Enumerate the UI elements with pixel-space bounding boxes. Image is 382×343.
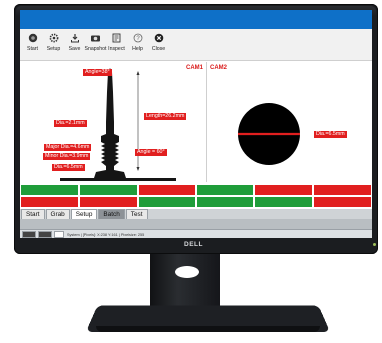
result-cell: [196, 184, 254, 196]
download-icon: [69, 32, 80, 43]
cable-hole: [175, 266, 199, 278]
major-dia-measurement: Major Dia.=4.6mm: [44, 144, 92, 151]
close-icon: [153, 32, 164, 43]
power-led-icon: [373, 243, 376, 246]
dia-top-measurement: Dia.=2.1mm: [54, 120, 87, 127]
camera-icon: [90, 32, 101, 43]
record-icon: [27, 32, 38, 43]
inspect-icon: [111, 32, 122, 43]
title-bar: [20, 10, 372, 29]
tab-content-area: [20, 219, 372, 229]
snapshot-button[interactable]: Snapshot: [85, 29, 106, 52]
camera2-view[interactable]: CAM2 Dia.=6.5mm: [209, 62, 372, 182]
result-cell: [79, 196, 138, 208]
result-cell: [313, 196, 372, 208]
tab-grab[interactable]: Grab: [45, 209, 70, 219]
result-cell: [20, 196, 79, 208]
angle-top-measurement: Angle=38°: [83, 69, 112, 76]
result-cell: [196, 196, 254, 208]
dia-bottom-measurement: Dia.=6.5mm: [52, 164, 85, 171]
tab-setup[interactable]: Setup: [70, 209, 98, 219]
result-grid: [20, 184, 372, 208]
tab-bar: Start Grab Setup Batch Test: [20, 209, 372, 219]
result-cell: [79, 184, 138, 196]
inspect-button[interactable]: Inspect: [106, 29, 127, 52]
help-icon: ?: [132, 32, 143, 43]
help-button-label: Help: [132, 46, 143, 52]
result-cell: [313, 184, 372, 196]
camera1-label: CAM1: [186, 65, 204, 71]
angle-right-measurement: Angle = 60°: [135, 149, 167, 156]
status-bar: System | [Pixels]: X:238 Y:161 | Pixelsi…: [20, 229, 372, 238]
snapshot-button-label: Snapshot: [84, 46, 107, 52]
brand-logo: DELL: [184, 241, 203, 248]
setup-button-label: Setup: [46, 46, 61, 52]
result-cell: [138, 196, 196, 208]
result-cell: [20, 184, 79, 196]
minor-dia-measurement: Minor Dia.=3.9mm: [43, 153, 91, 160]
save-button[interactable]: Save: [64, 29, 85, 52]
tab-batch[interactable]: Batch: [98, 209, 125, 219]
help-button[interactable]: ? Help: [127, 29, 148, 52]
result-cell: [254, 196, 313, 208]
camera-select-dropdown[interactable]: [22, 231, 36, 238]
monitor-stand-base-edge: [96, 326, 320, 332]
gear-icon: [48, 32, 59, 43]
tab-start[interactable]: Start: [21, 209, 45, 219]
monitor-stand-neck: [150, 254, 220, 306]
inspect-button-label: Inspect: [108, 46, 125, 52]
start-button[interactable]: Start: [22, 29, 43, 52]
camera2-dia-measurement: Dia.=6.5mm: [314, 131, 347, 138]
result-cell: [138, 184, 196, 196]
result-cell: [254, 184, 313, 196]
close-button-label: Close: [151, 46, 166, 52]
status-text: System | [Pixels]: X:238 Y:161 | Pixelsi…: [67, 232, 145, 237]
app-window: Start Setup Save Snapshot Inspect ? Help…: [20, 10, 372, 238]
view-select-dropdown[interactable]: [38, 231, 52, 238]
tab-test[interactable]: Test: [125, 209, 148, 219]
camera2-image: [238, 103, 300, 165]
start-button-label: Start: [27, 46, 38, 52]
camera1-view[interactable]: CAM1 Angle=38° Length=26.2mm Dia.=2.1mm …: [20, 62, 207, 182]
camera1-image: [60, 68, 176, 181]
close-button[interactable]: Close: [148, 29, 169, 52]
save-button-label: Save: [68, 46, 81, 52]
setup-button[interactable]: Setup: [43, 29, 64, 52]
toolbar: Start Setup Save Snapshot Inspect ? Help…: [20, 29, 372, 61]
length-measurement: Length=26.2mm: [144, 113, 187, 120]
zoom-control[interactable]: [54, 231, 64, 238]
